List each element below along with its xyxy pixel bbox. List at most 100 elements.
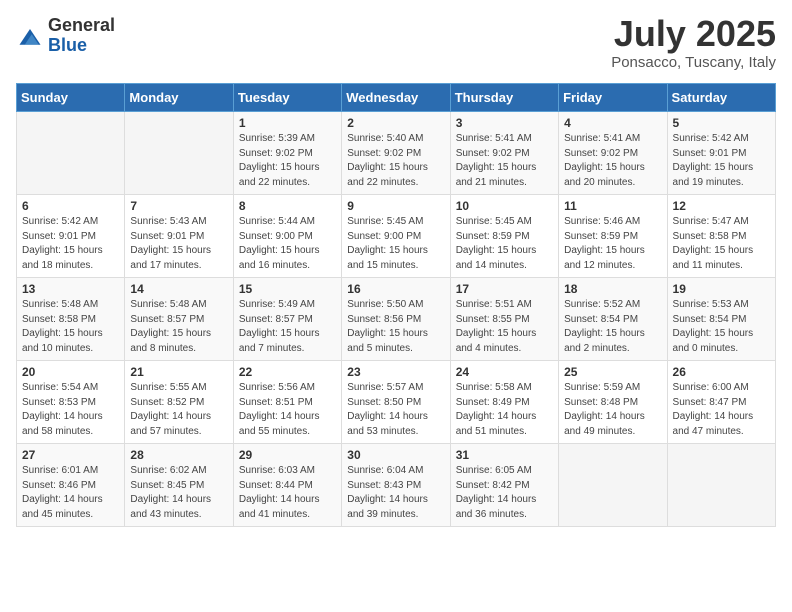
calendar-cell: 26 Sunrise: 6:00 AM Sunset: 8:47 PM Dayli… [667,361,775,444]
logo-blue-text: Blue [48,35,87,55]
day-info: Sunrise: 5:50 AM Sunset: 8:56 PM Dayligh… [347,298,444,356]
day-number: 4 [564,116,661,130]
calendar-cell: 21 Sunrise: 5:55 AM Sunset: 8:52 PM Dayli… [125,361,233,444]
calendar-cell: 20 Sunrise: 5:54 AM Sunset: 8:53 PM Dayli… [17,361,125,444]
calendar-cell: 18 Sunrise: 5:52 AM Sunset: 8:54 PM Dayli… [559,278,667,361]
day-number: 27 [22,448,119,462]
day-info: Sunrise: 5:52 AM Sunset: 8:54 PM Dayligh… [564,298,661,356]
calendar-cell: 17Sunrise: 5:51 AM Sunset: 8:55 PM Dayli… [450,278,558,361]
weekday-header-saturday: Saturday [667,84,775,112]
day-info: Sunrise: 6:02 AM Sunset: 8:45 PM Dayligh… [130,464,227,522]
day-info: Sunrise: 6:01 AM Sunset: 8:46 PM Dayligh… [22,464,119,522]
calendar-cell: 28 Sunrise: 6:02 AM Sunset: 8:45 PM Dayli… [125,444,233,527]
day-info: Sunrise: 5:58 AM Sunset: 8:49 PM Dayligh… [456,381,553,439]
calendar-week-row: 1 Sunrise: 5:39 AM Sunset: 9:02 PM Daylig… [17,112,776,195]
calendar-header-row: SundayMondayTuesdayWednesdayThursdayFrid… [17,84,776,112]
day-number: 24 [456,365,553,379]
day-number: 22 [239,365,336,379]
weekday-header-thursday: Thursday [450,84,558,112]
day-info: Sunrise: 5:43 AM Sunset: 9:01 PM Dayligh… [130,215,227,273]
location-subtitle: Ponsacco, Tuscany, Italy [611,54,776,71]
day-info: Sunrise: 5:45 AM Sunset: 9:00 PM Dayligh… [347,215,444,273]
calendar-cell [125,112,233,195]
day-number: 2 [347,116,444,130]
day-number: 21 [130,365,227,379]
calendar-cell: 16 Sunrise: 5:50 AM Sunset: 8:56 PM Dayli… [342,278,450,361]
calendar-cell: 30 Sunrise: 6:04 AM Sunset: 8:43 PM Dayli… [342,444,450,527]
day-number: 20 [22,365,119,379]
page-header: General Blue July 2025 Ponsacco, Tuscany… [16,16,776,71]
day-number: 18 [564,282,661,296]
day-number: 11 [564,199,661,213]
calendar-cell: 5Sunrise: 5:42 AM Sunset: 9:01 PM Daylig… [667,112,775,195]
day-number: 25 [564,365,661,379]
calendar-cell: 1 Sunrise: 5:39 AM Sunset: 9:02 PM Daylig… [233,112,341,195]
calendar-cell: 23 Sunrise: 5:57 AM Sunset: 8:50 PM Dayli… [342,361,450,444]
calendar-cell: 11 Sunrise: 5:46 AM Sunset: 8:59 PM Dayli… [559,195,667,278]
day-info: Sunrise: 5:55 AM Sunset: 8:52 PM Dayligh… [130,381,227,439]
day-info: Sunrise: 5:41 AM Sunset: 9:02 PM Dayligh… [456,132,553,190]
calendar-cell: 22 Sunrise: 5:56 AM Sunset: 8:51 PM Dayli… [233,361,341,444]
day-info: Sunrise: 5:53 AM Sunset: 8:54 PM Dayligh… [673,298,770,356]
day-info: Sunrise: 6:00 AM Sunset: 8:47 PM Dayligh… [673,381,770,439]
calendar-cell: 14Sunrise: 5:48 AM Sunset: 8:57 PM Dayli… [125,278,233,361]
day-number: 30 [347,448,444,462]
day-number: 12 [673,199,770,213]
day-info: Sunrise: 5:56 AM Sunset: 8:51 PM Dayligh… [239,381,336,439]
day-number: 26 [673,365,770,379]
day-info: Sunrise: 5:54 AM Sunset: 8:53 PM Dayligh… [22,381,119,439]
day-number: 3 [456,116,553,130]
day-info: Sunrise: 6:05 AM Sunset: 8:42 PM Dayligh… [456,464,553,522]
month-year-title: July 2025 [611,16,776,52]
calendar-cell: 19 Sunrise: 5:53 AM Sunset: 8:54 PM Dayli… [667,278,775,361]
calendar-week-row: 6 Sunrise: 5:42 AM Sunset: 9:01 PM Daylig… [17,195,776,278]
logo-general-text: General [48,15,115,35]
day-number: 9 [347,199,444,213]
calendar-cell: 12Sunrise: 5:47 AM Sunset: 8:58 PM Dayli… [667,195,775,278]
day-number: 16 [347,282,444,296]
day-info: Sunrise: 6:03 AM Sunset: 8:44 PM Dayligh… [239,464,336,522]
calendar-cell: 13Sunrise: 5:48 AM Sunset: 8:58 PM Dayli… [17,278,125,361]
day-info: Sunrise: 5:40 AM Sunset: 9:02 PM Dayligh… [347,132,444,190]
calendar-cell [17,112,125,195]
day-info: Sunrise: 5:48 AM Sunset: 8:57 PM Dayligh… [130,298,227,356]
day-info: Sunrise: 5:49 AM Sunset: 8:57 PM Dayligh… [239,298,336,356]
day-number: 1 [239,116,336,130]
day-number: 31 [456,448,553,462]
day-number: 29 [239,448,336,462]
calendar-cell: 6 Sunrise: 5:42 AM Sunset: 9:01 PM Daylig… [17,195,125,278]
weekday-header-monday: Monday [125,84,233,112]
weekday-header-tuesday: Tuesday [233,84,341,112]
calendar-cell: 3 Sunrise: 5:41 AM Sunset: 9:02 PM Daylig… [450,112,558,195]
calendar-week-row: 13Sunrise: 5:48 AM Sunset: 8:58 PM Dayli… [17,278,776,361]
day-info: Sunrise: 5:46 AM Sunset: 8:59 PM Dayligh… [564,215,661,273]
day-info: Sunrise: 5:39 AM Sunset: 9:02 PM Dayligh… [239,132,336,190]
day-info: Sunrise: 5:44 AM Sunset: 9:00 PM Dayligh… [239,215,336,273]
calendar-cell: 9 Sunrise: 5:45 AM Sunset: 9:00 PM Daylig… [342,195,450,278]
day-info: Sunrise: 6:04 AM Sunset: 8:43 PM Dayligh… [347,464,444,522]
calendar-cell: 31 Sunrise: 6:05 AM Sunset: 8:42 PM Dayli… [450,444,558,527]
day-number: 6 [22,199,119,213]
calendar-cell: 24 Sunrise: 5:58 AM Sunset: 8:49 PM Dayli… [450,361,558,444]
day-info: Sunrise: 5:59 AM Sunset: 8:48 PM Dayligh… [564,381,661,439]
day-info: Sunrise: 5:42 AM Sunset: 9:01 PM Dayligh… [22,215,119,273]
calendar-cell: 29 Sunrise: 6:03 AM Sunset: 8:44 PM Dayli… [233,444,341,527]
calendar-table: SundayMondayTuesdayWednesdayThursdayFrid… [16,83,776,527]
day-info: Sunrise: 5:42 AM Sunset: 9:01 PM Dayligh… [673,132,770,190]
day-number: 28 [130,448,227,462]
logo-icon [16,22,44,50]
day-info: Sunrise: 5:57 AM Sunset: 8:50 PM Dayligh… [347,381,444,439]
calendar-week-row: 20 Sunrise: 5:54 AM Sunset: 8:53 PM Dayli… [17,361,776,444]
calendar-cell: 4 Sunrise: 5:41 AM Sunset: 9:02 PM Daylig… [559,112,667,195]
day-number: 23 [347,365,444,379]
weekday-header-sunday: Sunday [17,84,125,112]
day-number: 15 [239,282,336,296]
day-number: 19 [673,282,770,296]
calendar-cell: 25 Sunrise: 5:59 AM Sunset: 8:48 PM Dayli… [559,361,667,444]
day-info: Sunrise: 5:41 AM Sunset: 9:02 PM Dayligh… [564,132,661,190]
logo: General Blue [16,16,115,56]
day-info: Sunrise: 5:51 AM Sunset: 8:55 PM Dayligh… [456,298,553,356]
calendar-cell: 8Sunrise: 5:44 AM Sunset: 9:00 PM Daylig… [233,195,341,278]
day-info: Sunrise: 5:48 AM Sunset: 8:58 PM Dayligh… [22,298,119,356]
weekday-header-friday: Friday [559,84,667,112]
